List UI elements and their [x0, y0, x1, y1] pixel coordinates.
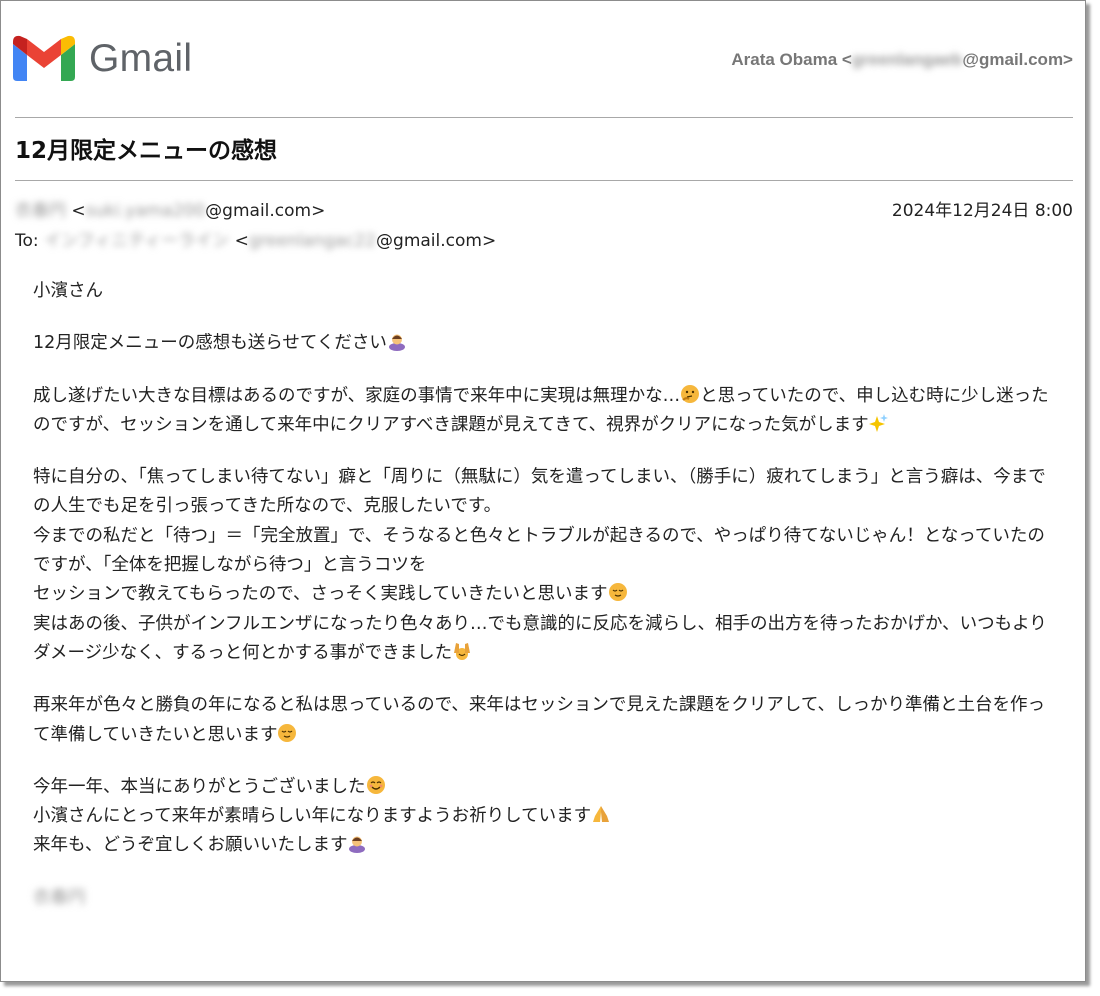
greeting-text: 小濱さん: [33, 281, 103, 301]
recipient-line: To: インフィニティーライン <greenlangac22@gmail.com…: [15, 226, 496, 251]
paragraph-5-text-c: 来年も、どうぞ宜しくお願いいたします: [33, 835, 348, 856]
account-name: Arata Obama: [731, 50, 838, 69]
recipient-email-local-redacted: greenlangac22: [248, 231, 377, 251]
signature-redacted: 衣春円: [33, 887, 86, 908]
sender-email-local-redacted: suki.yama200: [85, 201, 206, 221]
divider-top: [15, 117, 1073, 118]
to-label: To:: [15, 231, 39, 251]
paragraph-3: 特に自分の、「焦ってしまい待てない」癖と「周りに（無駄に）気を遣ってしまい、（勝…: [33, 463, 1055, 668]
recipient-name-redacted: インフィニティーライン: [44, 231, 230, 251]
paragraph-3-text-d: 実はあの後、子供がインフルエンザになったり色々あり…でも意識的に反応を減らし、相…: [33, 613, 1047, 663]
sender-name-redacted: 衣春円: [15, 201, 66, 221]
person-bowing-icon: [388, 334, 405, 352]
relieved-face-icon: [278, 723, 297, 742]
recipient-email-domain: @gmail.com>: [376, 231, 497, 251]
gmail-logo-icon: [13, 35, 75, 81]
paragraph-2-text-a: 成し遂げたい大きな目標はあるのですが、家庭の事情で来年中に実現は無理かな…: [33, 385, 681, 406]
sender-email-domain: @gmail.com>: [205, 201, 326, 221]
paragraph-4-text: 再来年が色々と勝負の年になると私は思っているので、来年はセッションで見えた課題を…: [33, 695, 1046, 745]
paragraph-4: 再来年が色々と勝負の年になると私は思っているので、来年はセッションで見えた課題を…: [33, 691, 1055, 750]
account-email-domain: @gmail.com>: [962, 50, 1073, 69]
recipient-email-open: <: [234, 231, 249, 251]
greeting: 小濱さん: [33, 277, 1055, 306]
person-bowing-icon: [349, 836, 366, 854]
email-print-frame: Gmail Arata Obama <greenlangaeb@gmail.co…: [0, 0, 1086, 982]
paragraph-3-text-b: 今までの私だと「待つ」＝「完全放置」で、そうなると色々とトラブルが起きるので、や…: [33, 525, 1045, 576]
paragraph-5-text-b: 小濱さんにとって来年が素晴らしい年になりますようお祈りしています: [33, 806, 592, 827]
paragraph-5-text-a: 今年一年、本当にありがとうございました: [33, 776, 366, 797]
email-date: 2024年12月24日 8:00: [891, 201, 1073, 221]
folded-hands-icon: [593, 806, 610, 823]
account-email-open: <: [841, 50, 852, 69]
account-email-local-redacted: greenlangaeb: [851, 50, 963, 69]
sender-email-open: <: [71, 201, 86, 221]
paragraph-5: 今年一年、本当にありがとうございました小濱さんにとって来年が素晴らしい年になりま…: [33, 773, 1055, 861]
sparkles-icon: [868, 413, 888, 432]
email-body: 小濱さん 12月限定メニューの感想も送らせてください 成し遂げたい大きな目標はあ…: [33, 277, 1055, 936]
signature: 衣春円: [33, 884, 1055, 913]
smiling-face-icon: [366, 775, 385, 794]
sender-line: 衣春円 <suki.yama200@gmail.com>: [15, 196, 325, 221]
relieved-face-icon: [608, 583, 627, 602]
account-identity: Arata Obama <greenlangaeb@gmail.com>: [731, 50, 1073, 70]
paragraph-3-text-c: セッションで教えてもらったので、さっそく実践していきたいと思います: [33, 584, 608, 605]
thinking-face-icon: [681, 384, 700, 403]
email-subject: 12月限定メニューの感想: [15, 138, 278, 164]
paragraph-1-text: 12月限定メニューの感想も送らせてください: [33, 333, 387, 354]
paragraph-2: 成し遂げたい大きな目標はあるのですが、家庭の事情で来年中に実現は無理かな… と思っ…: [33, 382, 1055, 441]
paragraph-3-text-a: 特に自分の、「焦ってしまい待てない」癖と「周りに（無駄に）気を遣ってしまい、（勝…: [33, 467, 1046, 517]
raising-hands-icon: [454, 642, 471, 660]
divider-subject: [15, 180, 1073, 181]
paragraph-1: 12月限定メニューの感想も送らせてください: [33, 329, 1055, 358]
gmail-logo-text: Gmail: [89, 37, 193, 80]
